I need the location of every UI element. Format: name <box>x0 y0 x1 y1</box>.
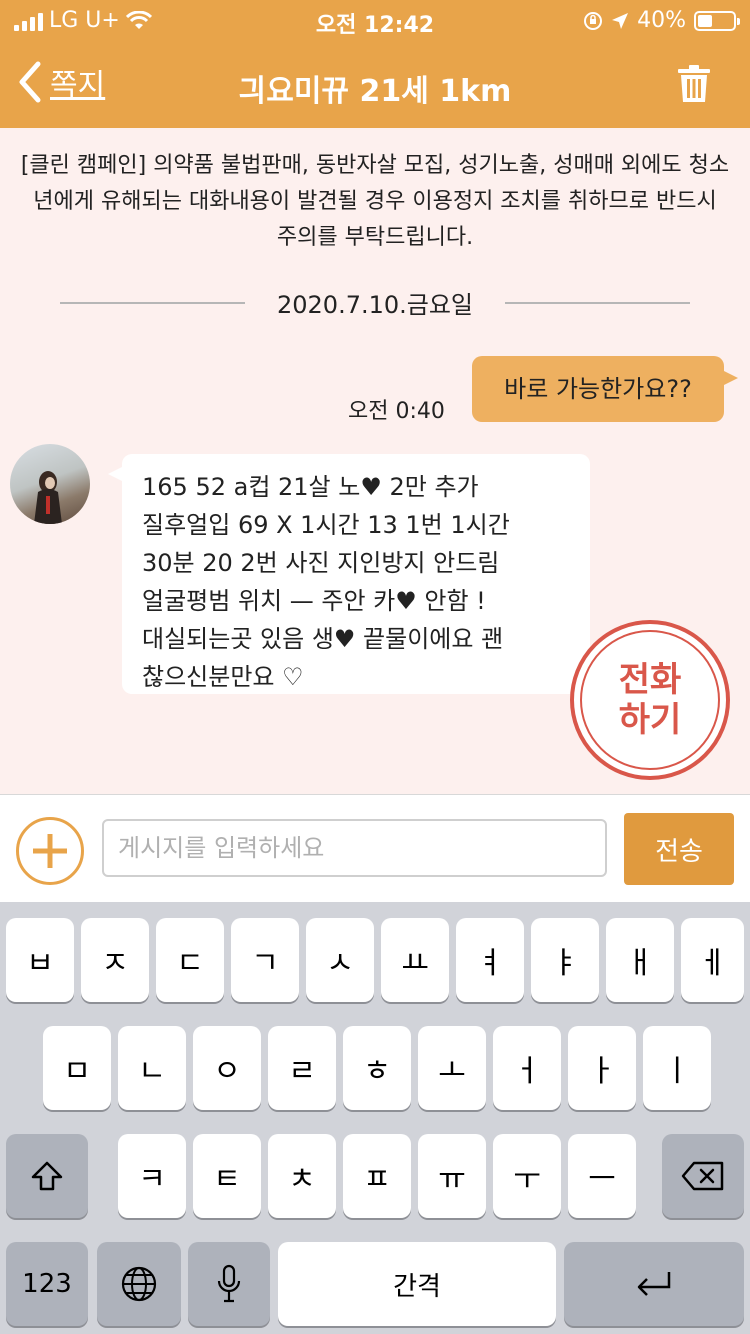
incoming-message-line: 찮으신분만요 ♡ <box>142 663 304 691</box>
key[interactable]: ㅎ <box>343 1026 411 1110</box>
send-button[interactable]: 전송 <box>624 813 734 885</box>
avatar[interactable] <box>10 444 90 524</box>
backspace-icon <box>681 1161 724 1191</box>
key[interactable]: ㅗ <box>418 1026 486 1110</box>
key[interactable]: ㅋ <box>118 1134 186 1218</box>
status-bar: LG U+ 오전 12:42 40% <box>0 0 750 42</box>
globe-icon <box>121 1266 157 1302</box>
date-divider: 2020.7.10.금요일 <box>60 285 691 320</box>
globe-key[interactable] <box>97 1242 181 1326</box>
key[interactable]: ㅑ <box>531 918 599 1002</box>
return-key[interactable] <box>564 1242 744 1326</box>
battery-percent: 40% <box>637 8 686 33</box>
numbers-key[interactable]: 123 <box>6 1242 88 1326</box>
rotation-lock-icon <box>584 11 603 30</box>
key[interactable]: ㄹ <box>268 1026 336 1110</box>
plus-circle-icon[interactable] <box>16 817 84 885</box>
incoming-message-bubble: 165 52 a컵 21살 노♥ 2만 추가 질후얼입 69 X 1시간 13 … <box>108 454 590 694</box>
key[interactable]: ㅔ <box>681 918 744 1002</box>
microphone-icon <box>217 1264 241 1303</box>
location-arrow-icon <box>612 12 629 29</box>
key[interactable]: ㄷ <box>156 918 224 1002</box>
key[interactable]: ㅂ <box>6 918 74 1002</box>
incoming-message-line: 30분 20 2번 사진 지인방지 안드림 <box>142 549 500 577</box>
key[interactable]: ㅈ <box>81 918 149 1002</box>
key[interactable]: ㅁ <box>43 1026 111 1110</box>
outgoing-message-time: 오전 0:40 <box>348 399 445 424</box>
key[interactable]: ㅣ <box>643 1026 711 1110</box>
call-button[interactable]: 전화 하기 <box>570 620 730 780</box>
divider-line-right <box>505 301 691 304</box>
avatar-photo <box>34 471 62 524</box>
call-button-label: 전화 하기 <box>600 660 700 740</box>
keyboard: ㅂ ㅈ ㄷ ㄱ ㅅ ㅛ ㅕ ㅑ ㅐ ㅔ ㅁ ㄴ ㅇ ㄹ ㅎ ㅗ ㅓ ㅏ ㅣ ㅋ … <box>0 902 750 1334</box>
clean-campaign-notice: [클린 캠페인] 의약품 불법판매, 동반자살 모집, 성기노출, 성매매 외에… <box>20 153 730 250</box>
outgoing-message-bubble: 바로 가능한가요?? <box>472 356 738 422</box>
backspace-key[interactable] <box>662 1134 744 1218</box>
key[interactable]: ㅓ <box>493 1026 561 1110</box>
key[interactable]: ㅌ <box>193 1134 261 1218</box>
date-label: 2020.7.10.금요일 <box>277 291 474 319</box>
trash-icon <box>678 65 710 102</box>
key[interactable]: ㅛ <box>381 918 449 1002</box>
header: LG U+ 오전 12:42 40% 쪽지 긔요미뀨 21세 1km <box>0 0 750 128</box>
page-title: 긔요미뀨 21세 1km <box>238 74 512 109</box>
key[interactable]: ㅏ <box>568 1026 636 1110</box>
battery-icon <box>694 10 740 31</box>
space-key[interactable]: 간격 <box>278 1242 556 1326</box>
navigation-bar: 쪽지 긔요미뀨 21세 1km <box>0 42 750 128</box>
incoming-message-line: 얼굴평범 위치 — 주안 카♥ 안함 ! <box>142 587 486 615</box>
call-button-line1: 전화 <box>618 660 682 700</box>
key[interactable]: ㅡ <box>568 1134 636 1218</box>
divider-line-left <box>60 301 245 304</box>
message-input[interactable] <box>102 819 607 877</box>
call-button-line2: 하기 <box>618 700 682 740</box>
incoming-message-line: 165 52 a컵 21살 노♥ 2만 추가 <box>142 473 479 501</box>
key[interactable]: ㅕ <box>456 918 524 1002</box>
shift-key[interactable] <box>6 1134 88 1218</box>
return-icon <box>637 1272 671 1296</box>
delete-button[interactable] <box>676 64 712 104</box>
key[interactable]: ㅅ <box>306 918 374 1002</box>
key[interactable]: ㅠ <box>418 1134 486 1218</box>
key[interactable]: ㄱ <box>231 918 299 1002</box>
key[interactable]: ㅊ <box>268 1134 336 1218</box>
key[interactable]: ㅍ <box>343 1134 411 1218</box>
key[interactable]: ㅐ <box>606 918 674 1002</box>
key[interactable]: ㄴ <box>118 1026 186 1110</box>
battery-level <box>698 14 712 27</box>
key[interactable]: ㅜ <box>493 1134 561 1218</box>
shift-icon <box>31 1161 63 1191</box>
incoming-message-line: 대실되는곳 있음 생♥ 끝물이에요 괜 <box>142 625 504 653</box>
incoming-message-line: 질후얼입 69 X 1시간 13 1번 1시간 <box>142 511 510 539</box>
microphone-key[interactable] <box>188 1242 270 1326</box>
status-right: 40% <box>583 8 740 33</box>
call-button-ring: 전화 하기 <box>580 630 720 770</box>
key[interactable]: ㅇ <box>193 1026 261 1110</box>
message-input-bar: 전송 <box>0 794 750 902</box>
